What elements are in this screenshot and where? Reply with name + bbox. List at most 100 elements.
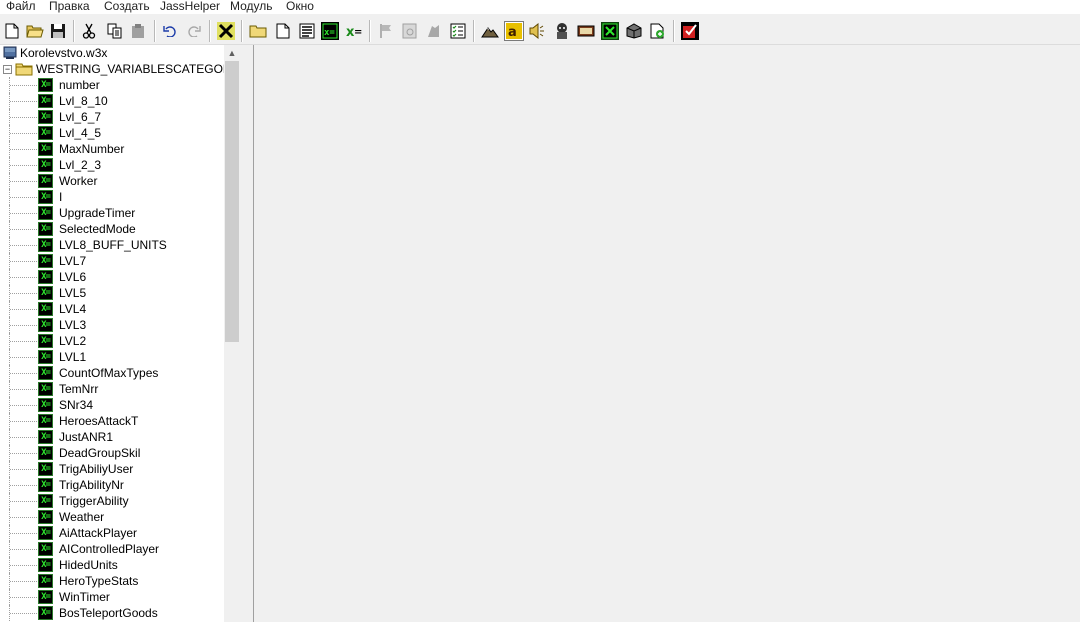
- ai-editor-icon[interactable]: [600, 21, 620, 41]
- variable-name: LVL3: [59, 318, 87, 332]
- menu-window[interactable]: Окно: [286, 0, 314, 14]
- variable-icon: X=: [38, 382, 53, 396]
- new-variable-icon[interactable]: x =: [344, 21, 364, 41]
- scroll-up-arrow-icon[interactable]: ▲: [224, 45, 240, 61]
- variables-icon[interactable]: x=: [320, 21, 340, 41]
- tree-category-variables[interactable]: − WESTRING_VARIABLESCATEGORY: [3, 62, 239, 76]
- variable-name: WinTimer: [59, 590, 110, 604]
- panel-splitter[interactable]: [240, 45, 254, 622]
- variable-name: LVL1: [59, 350, 87, 364]
- toolbar: x= x = a: [0, 16, 1080, 45]
- menu-jasshelper[interactable]: JassHelper: [160, 0, 220, 14]
- collapse-toggle[interactable]: −: [3, 64, 12, 74]
- variable-icon: X=: [38, 270, 53, 284]
- scissors-icon[interactable]: [79, 21, 99, 41]
- variable-name: number: [59, 78, 100, 92]
- variable-name: TemNrr: [59, 382, 99, 396]
- scrollbar-thumb[interactable]: [225, 61, 239, 342]
- variable-name: Lvl_8_10: [59, 94, 108, 108]
- test-map-icon[interactable]: [680, 21, 700, 41]
- variable-icon: X=: [38, 142, 53, 156]
- flag-icon[interactable]: [376, 21, 396, 41]
- variable-icon: X=: [38, 606, 53, 620]
- menu-file[interactable]: Файл: [6, 0, 36, 14]
- svg-text:=: =: [354, 27, 362, 38]
- variable-name: LVL4: [59, 302, 87, 316]
- new-category-icon[interactable]: [248, 21, 268, 41]
- new-trigger-icon[interactable]: [273, 21, 293, 41]
- menu-edit[interactable]: Правка: [49, 0, 90, 14]
- variable-icon: X=: [38, 190, 53, 204]
- variable-icon: X=: [38, 158, 53, 172]
- new-document-icon[interactable]: [2, 21, 22, 41]
- menu-create[interactable]: Создать: [104, 0, 150, 14]
- tree-root-map[interactable]: Korolevstvo.w3x: [3, 46, 107, 60]
- disabled-hand-icon[interactable]: [424, 21, 444, 41]
- variable-icon: X=: [38, 430, 53, 444]
- variable-name: SelectedMode: [59, 222, 136, 236]
- speaker-icon[interactable]: [528, 21, 548, 41]
- menu-bar: Файл Правка Создать JassHelper Модуль Ок…: [0, 0, 1080, 14]
- script-editor-icon[interactable]: [648, 21, 668, 41]
- variable-icon: X=: [38, 494, 53, 508]
- import-manager-icon[interactable]: [624, 21, 644, 41]
- variable-name: Lvl_2_3: [59, 158, 102, 172]
- undo-icon[interactable]: [160, 21, 180, 41]
- new-comment-icon[interactable]: [297, 21, 317, 41]
- delete-x-icon[interactable]: [216, 21, 236, 41]
- variable-icon: X=: [38, 414, 53, 428]
- variable-name: BosTeleportGoods: [59, 606, 158, 620]
- variable-icon: X=: [38, 222, 53, 236]
- paste-icon[interactable]: [128, 21, 148, 41]
- disabled-tool-icon[interactable]: [400, 21, 420, 41]
- variable-icon: X=: [38, 558, 53, 572]
- tree-category-label: WESTRING_VARIABLESCATEGORY: [36, 62, 240, 76]
- variable-name: MaxNumber: [59, 142, 125, 156]
- variable-icon: X=: [38, 318, 53, 332]
- variable-icon: X=: [38, 366, 53, 380]
- menu-module[interactable]: Модуль: [230, 0, 273, 14]
- variable-icon: X=: [38, 398, 53, 412]
- variable-name: HidedUnits: [59, 558, 118, 572]
- variable-icon: X=: [38, 542, 53, 556]
- variable-icon: X=: [38, 478, 53, 492]
- trigger-editor-icon[interactable]: a: [504, 21, 524, 41]
- variable-icon: X=: [38, 446, 53, 460]
- variable-name: Weather: [59, 510, 105, 524]
- variable-icon: X=: [38, 286, 53, 300]
- svg-text:x=: x=: [324, 28, 335, 38]
- variable-name: TriggerAbility: [59, 494, 129, 508]
- campaign-editor-icon[interactable]: [576, 21, 596, 41]
- variable-icon: X=: [38, 510, 53, 524]
- variable-name: DeadGroupSkil: [59, 446, 141, 460]
- variable-name: AiAttackPlayer: [59, 526, 138, 540]
- variable-icon: X=: [38, 126, 53, 140]
- terrain-icon[interactable]: [480, 21, 500, 41]
- variable-name: CountOfMaxTypes: [59, 366, 159, 380]
- variable-name: Lvl_4_5: [59, 126, 102, 140]
- variable-icon: X=: [38, 254, 53, 268]
- variable-name: TrigAbiliyUser: [59, 462, 134, 476]
- save-disk-icon[interactable]: [48, 21, 68, 41]
- variable-icon: X=: [38, 302, 53, 316]
- variable-name: LVL7: [59, 254, 87, 268]
- object-editor-icon[interactable]: [552, 21, 572, 41]
- variable-icon: X=: [38, 94, 53, 108]
- variable-icon: X=: [38, 78, 53, 92]
- variable-icon: X=: [38, 462, 53, 476]
- svg-text:a: a: [508, 25, 517, 39]
- variable-icon: X=: [38, 590, 53, 604]
- trigger-tree-panel[interactable]: Korolevstvo.w3x − WESTRING_VARIABLESCATE…: [0, 45, 240, 622]
- tree-vertical-scrollbar[interactable]: ▲: [224, 45, 240, 622]
- redo-icon[interactable]: [184, 21, 204, 41]
- variable-name: LVL6: [59, 270, 87, 284]
- open-folder-icon[interactable]: [25, 21, 45, 41]
- copy-icon[interactable]: [105, 21, 125, 41]
- variable-icon: X=: [38, 526, 53, 540]
- variable-name: LVL8_BUFF_UNITS: [59, 238, 167, 252]
- tree-root-label: Korolevstvo.w3x: [20, 46, 108, 60]
- variable-name: SNr34: [59, 398, 94, 412]
- variable-icon: X=: [38, 238, 53, 252]
- checklist-icon[interactable]: [448, 21, 468, 41]
- variable-icon: X=: [38, 574, 53, 588]
